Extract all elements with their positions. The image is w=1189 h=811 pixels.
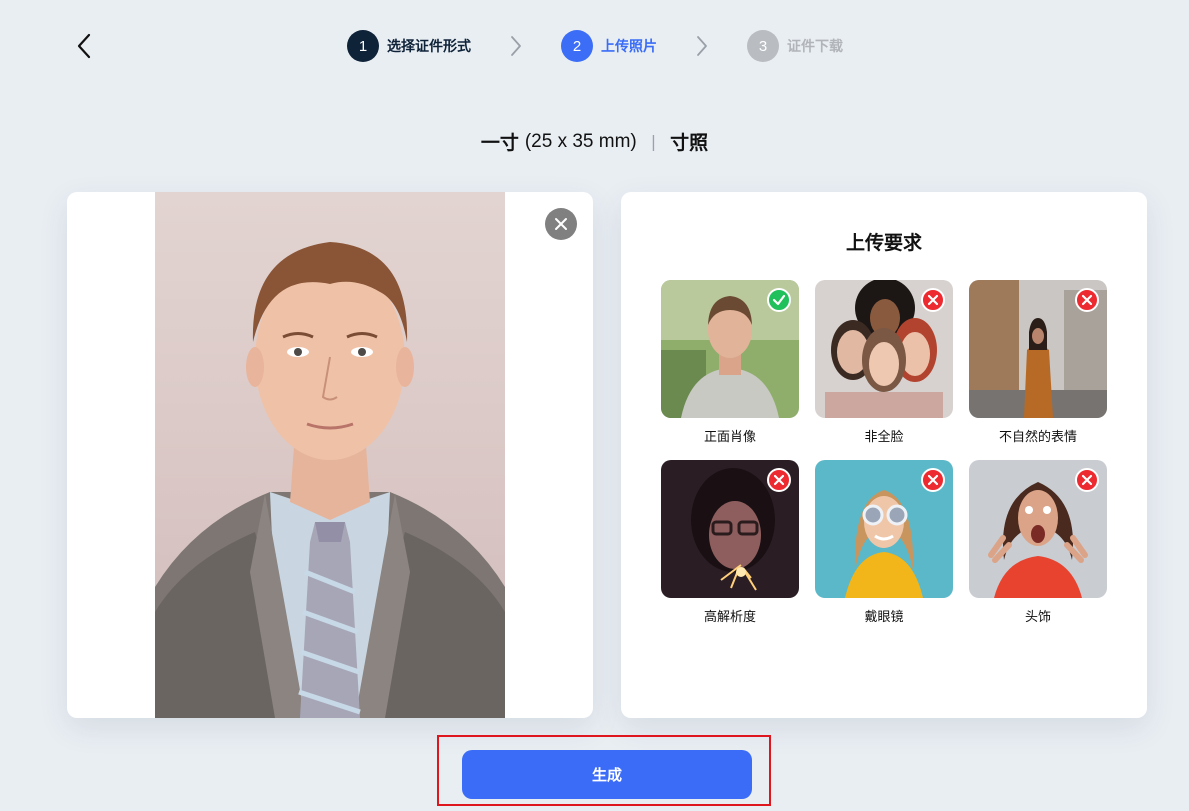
step-label: 选择证件形式 [387,39,471,55]
sample-front-portrait: 正面肖像 [661,280,799,460]
sample-caption: 头饰 [1024,610,1051,625]
uploaded-photo-card [67,192,593,718]
cross-badge [1075,288,1099,312]
back-chevron-icon [77,33,91,59]
cross-badge [921,288,945,312]
check-icon [772,294,786,306]
cross-icon [773,474,785,486]
step-number: 2 [561,30,593,62]
sample-image [815,460,953,598]
sample-caption: 不自然的表情 [998,430,1077,445]
back-button[interactable] [70,30,98,62]
size-type: 寸照 [670,132,709,154]
check-badge [767,288,791,312]
cross-badge [767,468,791,492]
sample-headwear: 头饰 [969,460,1107,640]
cross-icon [927,294,939,306]
sample-not-full-face: 非全脸 [815,280,953,460]
sample-image [969,280,1107,418]
sample-caption: 正面肖像 [703,430,756,445]
step-select-format[interactable]: 1 选择证件形式 [347,30,471,62]
step-number: 3 [747,30,779,62]
generate-button[interactable]: 生成 [462,750,752,799]
progress-stepper: 1 选择证件形式 2 上传照片 3 证件下载 [347,30,843,62]
sample-caption: 非全脸 [864,430,904,445]
sample-image [969,460,1107,598]
step-number: 1 [347,30,379,62]
step-download: 3 证件下载 [747,30,843,62]
cross-icon [927,474,939,486]
step-upload-photo[interactable]: 2 上传照片 [561,30,657,62]
requirements-title: 上传要求 [845,232,922,254]
step-label: 上传照片 [601,39,657,55]
sample-image [815,280,953,418]
size-dimensions: (25 x 35 mm) [524,130,637,152]
cross-badge [1075,468,1099,492]
title-separator: | [650,132,657,151]
remove-photo-button[interactable] [545,208,577,240]
step-chevron-icon [509,36,523,56]
sample-wearing-glasses: 戴眼镜 [815,460,953,640]
cross-icon [1081,294,1093,306]
size-name: 一寸 [480,132,519,154]
sample-high-resolution: 高解析度 [661,460,799,640]
close-icon [555,218,567,230]
upload-requirements-card: 上传要求 正面肖像 非全脸 不自然的表情 高解析度 戴眼镜 头饰 [621,192,1147,718]
sample-image [661,280,799,418]
requirements-grid: 正面肖像 非全脸 不自然的表情 高解析度 戴眼镜 头饰 [661,280,1107,640]
cross-icon [1081,474,1093,486]
photo-size-title: 一寸 (25 x 35 mm) | 寸照 [0,128,1189,155]
sample-image [661,460,799,598]
uploaded-photo [155,192,505,718]
step-label: 证件下载 [787,39,843,55]
sample-caption: 戴眼镜 [864,610,904,625]
cross-badge [921,468,945,492]
sample-caption: 高解析度 [703,610,756,625]
step-chevron-icon [695,36,709,56]
sample-unnatural-expression: 不自然的表情 [969,280,1107,460]
